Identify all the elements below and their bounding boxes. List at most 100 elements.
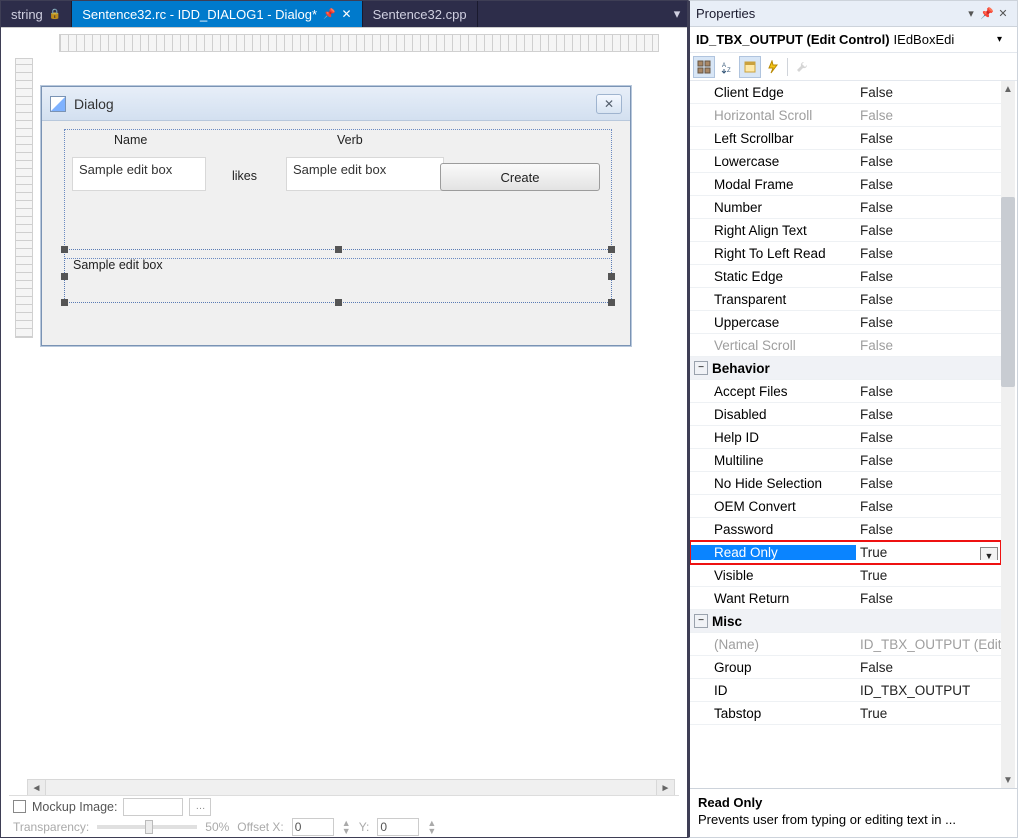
property-row[interactable]: VisibleTrue (690, 564, 1001, 587)
property-row[interactable]: (Name)ID_TBX_OUTPUT (Edit (690, 633, 1001, 656)
property-value[interactable]: False (856, 223, 1001, 238)
collapse-icon[interactable]: − (694, 361, 708, 375)
resize-handle[interactable] (608, 246, 615, 253)
property-row[interactable]: Right To Left ReadFalse (690, 242, 1001, 265)
property-row[interactable]: Want ReturnFalse (690, 587, 1001, 610)
pin-icon[interactable]: 📌 (323, 9, 335, 20)
property-value[interactable]: False (856, 591, 1001, 606)
property-value[interactable]: False (856, 108, 1001, 123)
panel-pin-icon[interactable]: 📌 (979, 7, 995, 20)
output-editbox[interactable]: Sample edit box (73, 258, 163, 272)
offsetx-field[interactable] (292, 818, 334, 836)
alphabetical-icon[interactable]: AZ (716, 56, 738, 78)
tab-string[interactable]: string 🔒 (1, 1, 72, 27)
property-value[interactable]: False (856, 660, 1001, 675)
property-row[interactable]: Vertical ScrollFalse (690, 334, 1001, 357)
property-value[interactable]: ID_TBX_OUTPUT (856, 683, 1001, 698)
panel-menu-icon[interactable]: ▾ (963, 7, 979, 20)
resize-handle[interactable] (608, 273, 615, 280)
resize-handle[interactable] (608, 299, 615, 306)
property-value[interactable]: False (856, 200, 1001, 215)
wrench-icon[interactable] (791, 56, 813, 78)
property-scrollbar[interactable]: ▲ ▼ (1001, 81, 1015, 788)
resize-handle[interactable] (335, 246, 342, 253)
spinner-icon[interactable]: ▲▼ (342, 819, 351, 835)
property-row[interactable]: Static EdgeFalse (690, 265, 1001, 288)
property-value[interactable]: False (856, 131, 1001, 146)
property-category[interactable]: −Behavior (690, 357, 1001, 380)
tab-dialog-designer[interactable]: Sentence32.rc - IDD_DIALOG1 - Dialog* 📌 … (72, 1, 362, 27)
mockup-browse-button[interactable]: … (189, 798, 211, 816)
property-category[interactable]: −Misc (690, 610, 1001, 633)
property-row[interactable]: Modal FrameFalse (690, 173, 1001, 196)
property-row[interactable]: Accept FilesFalse (690, 380, 1001, 403)
property-row[interactable]: OEM ConvertFalse (690, 495, 1001, 518)
property-row[interactable]: DisabledFalse (690, 403, 1001, 426)
property-row[interactable]: NumberFalse (690, 196, 1001, 219)
collapse-icon[interactable]: − (694, 614, 708, 628)
scroll-left-icon[interactable]: ◄ (28, 780, 46, 796)
property-value[interactable]: ID_TBX_OUTPUT (Edit (856, 637, 1001, 652)
events-icon[interactable] (762, 56, 784, 78)
close-icon[interactable]: ✕ (342, 7, 352, 21)
tab-cpp[interactable]: Sentence32.cpp (363, 1, 478, 27)
dialog-close-button[interactable]: ✕ (596, 94, 622, 114)
scroll-down-icon[interactable]: ▼ (1001, 772, 1015, 788)
property-value[interactable]: False (856, 315, 1001, 330)
property-value[interactable]: True▼ (856, 545, 1001, 560)
property-row[interactable]: Read OnlyTrue▼ (690, 541, 1001, 564)
property-value[interactable]: False (856, 499, 1001, 514)
scroll-track[interactable] (46, 780, 656, 796)
property-row[interactable]: No Hide SelectionFalse (690, 472, 1001, 495)
scroll-right-icon[interactable]: ► (656, 780, 674, 796)
property-object-selector[interactable]: ID_TBX_OUTPUT (Edit Control) IEdBoxEdi ▾ (690, 27, 1017, 53)
categorized-icon[interactable] (693, 56, 715, 78)
resize-handle[interactable] (61, 246, 68, 253)
scroll-up-icon[interactable]: ▲ (1001, 81, 1015, 97)
property-row[interactable]: TransparentFalse (690, 288, 1001, 311)
property-value[interactable]: False (856, 154, 1001, 169)
dialog-designer-canvas[interactable]: Dialog ✕ Name Verb Sample edit box likes… (1, 27, 687, 837)
property-grid[interactable]: Client EdgeFalseHorizontal ScrollFalseLe… (690, 81, 1001, 788)
property-row[interactable]: Horizontal ScrollFalse (690, 104, 1001, 127)
property-value[interactable]: False (856, 177, 1001, 192)
dropdown-icon[interactable]: ▼ (980, 547, 998, 560)
verb-editbox[interactable]: Sample edit box (286, 157, 444, 191)
mockup-path-field[interactable] (123, 798, 183, 816)
property-row[interactable]: Left ScrollbarFalse (690, 127, 1001, 150)
property-row[interactable]: MultilineFalse (690, 449, 1001, 472)
property-value[interactable]: False (856, 407, 1001, 422)
property-value[interactable]: True (856, 568, 1001, 583)
dialog-preview[interactable]: Dialog ✕ Name Verb Sample edit box likes… (41, 86, 631, 346)
property-value[interactable]: False (856, 476, 1001, 491)
resize-handle[interactable] (335, 299, 342, 306)
property-value[interactable]: False (856, 453, 1001, 468)
property-value[interactable]: False (856, 269, 1001, 284)
output-editbox-selection[interactable]: Sample edit box (64, 249, 612, 303)
resize-handle[interactable] (61, 299, 68, 306)
property-value[interactable]: False (856, 384, 1001, 399)
mockup-checkbox[interactable] (13, 800, 26, 813)
property-row[interactable]: Client EdgeFalse (690, 81, 1001, 104)
property-value[interactable]: False (856, 430, 1001, 445)
create-button[interactable]: Create (440, 163, 600, 191)
property-row[interactable]: LowercaseFalse (690, 150, 1001, 173)
property-value[interactable]: False (856, 338, 1001, 353)
property-row[interactable]: Help IDFalse (690, 426, 1001, 449)
property-row[interactable]: Right Align TextFalse (690, 219, 1001, 242)
property-row[interactable]: PasswordFalse (690, 518, 1001, 541)
property-value[interactable]: False (856, 522, 1001, 537)
scroll-thumb[interactable] (1001, 197, 1015, 387)
property-value[interactable]: True (856, 706, 1001, 721)
property-value[interactable]: False (856, 246, 1001, 261)
property-row[interactable]: IDID_TBX_OUTPUT (690, 679, 1001, 702)
property-pages-icon[interactable] (739, 56, 761, 78)
offsety-field[interactable] (377, 818, 419, 836)
tab-overflow-dropdown[interactable]: ▾ (667, 1, 687, 27)
property-value[interactable]: False (856, 292, 1001, 307)
name-editbox[interactable]: Sample edit box (72, 157, 206, 191)
chevron-down-icon[interactable]: ▾ (997, 34, 1011, 45)
panel-close-icon[interactable]: ✕ (995, 7, 1011, 20)
transparency-slider-thumb[interactable] (145, 820, 153, 834)
property-value[interactable]: False (856, 85, 1001, 100)
